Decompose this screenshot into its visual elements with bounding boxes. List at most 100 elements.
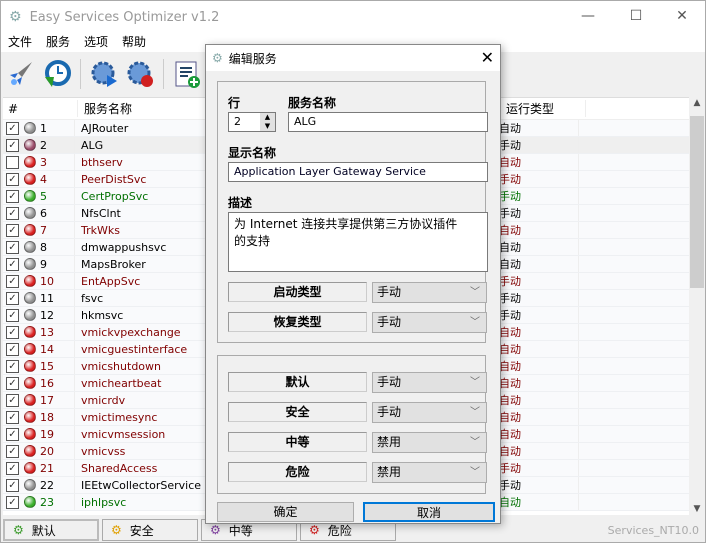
- recovery-type-select[interactable]: 手动 ﹀: [372, 312, 487, 333]
- row-checkbox[interactable]: ✓: [6, 376, 19, 390]
- run-type: 自动: [499, 341, 579, 357]
- row-checkbox[interactable]: ✓: [6, 478, 19, 492]
- row-checkbox[interactable]: ✓: [6, 121, 19, 135]
- profile-select[interactable]: 手动 ﹀: [372, 372, 487, 393]
- tab-label: 中等: [228, 523, 253, 538]
- status-dot-icon: [24, 445, 36, 457]
- run-type: 自动: [499, 358, 579, 374]
- header-num[interactable]: #: [3, 102, 77, 116]
- row-checkbox[interactable]: ✓: [6, 274, 19, 288]
- rocket-icon[interactable]: [5, 58, 37, 90]
- ok-button[interactable]: 确定: [217, 502, 354, 522]
- run-type: 手动: [499, 171, 579, 187]
- menu-service[interactable]: 服务: [39, 33, 77, 52]
- row-checkbox[interactable]: ✓: [6, 138, 19, 152]
- status-dot-icon: [24, 343, 36, 355]
- name-label: 服务名称: [288, 96, 337, 110]
- chevron-down-icon: ﹀: [470, 467, 480, 478]
- row-checkbox[interactable]: ✓: [6, 325, 19, 339]
- row-checkbox[interactable]: ✓: [6, 461, 19, 475]
- row-number: 6: [40, 206, 47, 220]
- status-dot-icon: [24, 207, 36, 219]
- scrollbar-thumb[interactable]: [690, 116, 704, 288]
- profile-select[interactable]: 禁用 ﹀: [372, 462, 487, 483]
- profiles-group: 默认 手动 ﹀ 安全 手动 ﹀ 中等 禁用 ﹀ 危险 禁用 ﹀: [217, 355, 487, 494]
- close-button[interactable]: ✕: [659, 1, 705, 31]
- startup-type-select[interactable]: 手动 ﹀: [372, 282, 487, 303]
- row-number: 1: [40, 121, 47, 135]
- row-checkbox[interactable]: ✓: [6, 189, 19, 203]
- run-type: 自动: [499, 154, 579, 170]
- row-checkbox[interactable]: ✓: [6, 240, 19, 254]
- startup-type-label: 启动类型: [228, 282, 367, 302]
- profile-select[interactable]: 禁用 ﹀: [372, 432, 487, 453]
- scroll-up-icon[interactable]: ▲: [689, 98, 705, 108]
- run-type: 自动: [499, 443, 579, 459]
- menu-file[interactable]: 文件: [1, 33, 39, 52]
- minimize-button[interactable]: —: [565, 1, 611, 31]
- description-textarea[interactable]: 为 Internet 连接共享提供第三方协议插件的支持: [228, 212, 488, 272]
- header-run-type[interactable]: 运行类型: [506, 100, 586, 117]
- row-checkbox[interactable]: ✓: [6, 172, 19, 186]
- run-type: 手动: [499, 290, 579, 306]
- tab-profile-1[interactable]: ⚙ 安全: [102, 519, 198, 541]
- maximize-button[interactable]: ☐: [613, 1, 659, 31]
- toolbar-separator: [163, 59, 164, 89]
- gear-start-icon[interactable]: [88, 58, 120, 90]
- row-checkbox[interactable]: ✓: [6, 223, 19, 237]
- row-checkbox[interactable]: ✓: [6, 308, 19, 322]
- run-type: 自动: [499, 324, 579, 340]
- profile-value: 手动: [377, 405, 402, 419]
- row-checkbox[interactable]: ✓: [6, 410, 19, 424]
- row-checkbox[interactable]: ✓: [6, 427, 19, 441]
- row-number: 23: [40, 495, 54, 509]
- edit-service-dialog: ⚙ 编辑服务 ✕ 行 2 ▲ ▼ 服务名称 ALG 显示名称 Application…: [205, 44, 501, 524]
- spin-icon[interactable]: ▲ ▼: [260, 113, 275, 131]
- row-number: 11: [40, 291, 54, 305]
- tab-profile-0[interactable]: ⚙ 默认: [3, 519, 99, 541]
- run-type: 自动: [499, 494, 579, 510]
- row-checkbox[interactable]: ✓: [6, 206, 19, 220]
- status-dot-icon: [24, 394, 36, 406]
- status-dot-icon: [24, 275, 36, 287]
- row-checkbox[interactable]: ✓: [6, 495, 19, 509]
- status-dot-icon: [24, 496, 36, 508]
- profile-value: 禁用: [377, 465, 402, 479]
- row-number: 18: [40, 410, 54, 424]
- add-list-icon[interactable]: [171, 58, 203, 90]
- dialog-close-button[interactable]: ✕: [481, 48, 494, 67]
- service-name-input[interactable]: ALG: [288, 112, 488, 132]
- run-type: 自动: [499, 256, 579, 272]
- gear-stop-icon[interactable]: [124, 58, 156, 90]
- row-checkbox[interactable]: ✓: [6, 342, 19, 356]
- vertical-scrollbar[interactable]: ▲ ▼: [689, 98, 705, 516]
- status-dot-icon: [24, 292, 36, 304]
- restore-clock-icon[interactable]: [41, 58, 73, 90]
- cancel-button[interactable]: 取消: [363, 502, 495, 522]
- run-type: 自动: [499, 239, 579, 255]
- row-number: 3: [40, 155, 47, 169]
- row-number: 13: [40, 325, 54, 339]
- gear-icon: ⚙: [212, 51, 223, 65]
- scroll-down-icon[interactable]: ▼: [689, 504, 705, 514]
- row-checkbox[interactable]: ✓: [6, 359, 19, 373]
- run-type: 手动: [499, 307, 579, 323]
- row-checkbox[interactable]: ✓: [6, 257, 19, 271]
- profile-select[interactable]: 手动 ﹀: [372, 402, 487, 423]
- chevron-down-icon: ﹀: [470, 287, 480, 298]
- row-stepper[interactable]: 2 ▲ ▼: [228, 112, 276, 132]
- row-checkbox[interactable]: [6, 155, 19, 169]
- row-checkbox[interactable]: ✓: [6, 444, 19, 458]
- status-dot-icon: [24, 190, 36, 202]
- status-dot-icon: [24, 224, 36, 236]
- dialog-title-bar: ⚙ 编辑服务: [206, 45, 500, 71]
- display-name-input[interactable]: Application Layer Gateway Service: [228, 162, 488, 182]
- row-checkbox[interactable]: ✓: [6, 393, 19, 407]
- run-type: 自动: [499, 392, 579, 408]
- menu-options[interactable]: 选项: [77, 33, 115, 52]
- menu-help[interactable]: 帮助: [115, 33, 153, 52]
- row-checkbox[interactable]: ✓: [6, 291, 19, 305]
- status-text: Services_NT10.0: [607, 524, 699, 537]
- dialog-title: 编辑服务: [228, 51, 277, 66]
- row-number: 19: [40, 427, 54, 441]
